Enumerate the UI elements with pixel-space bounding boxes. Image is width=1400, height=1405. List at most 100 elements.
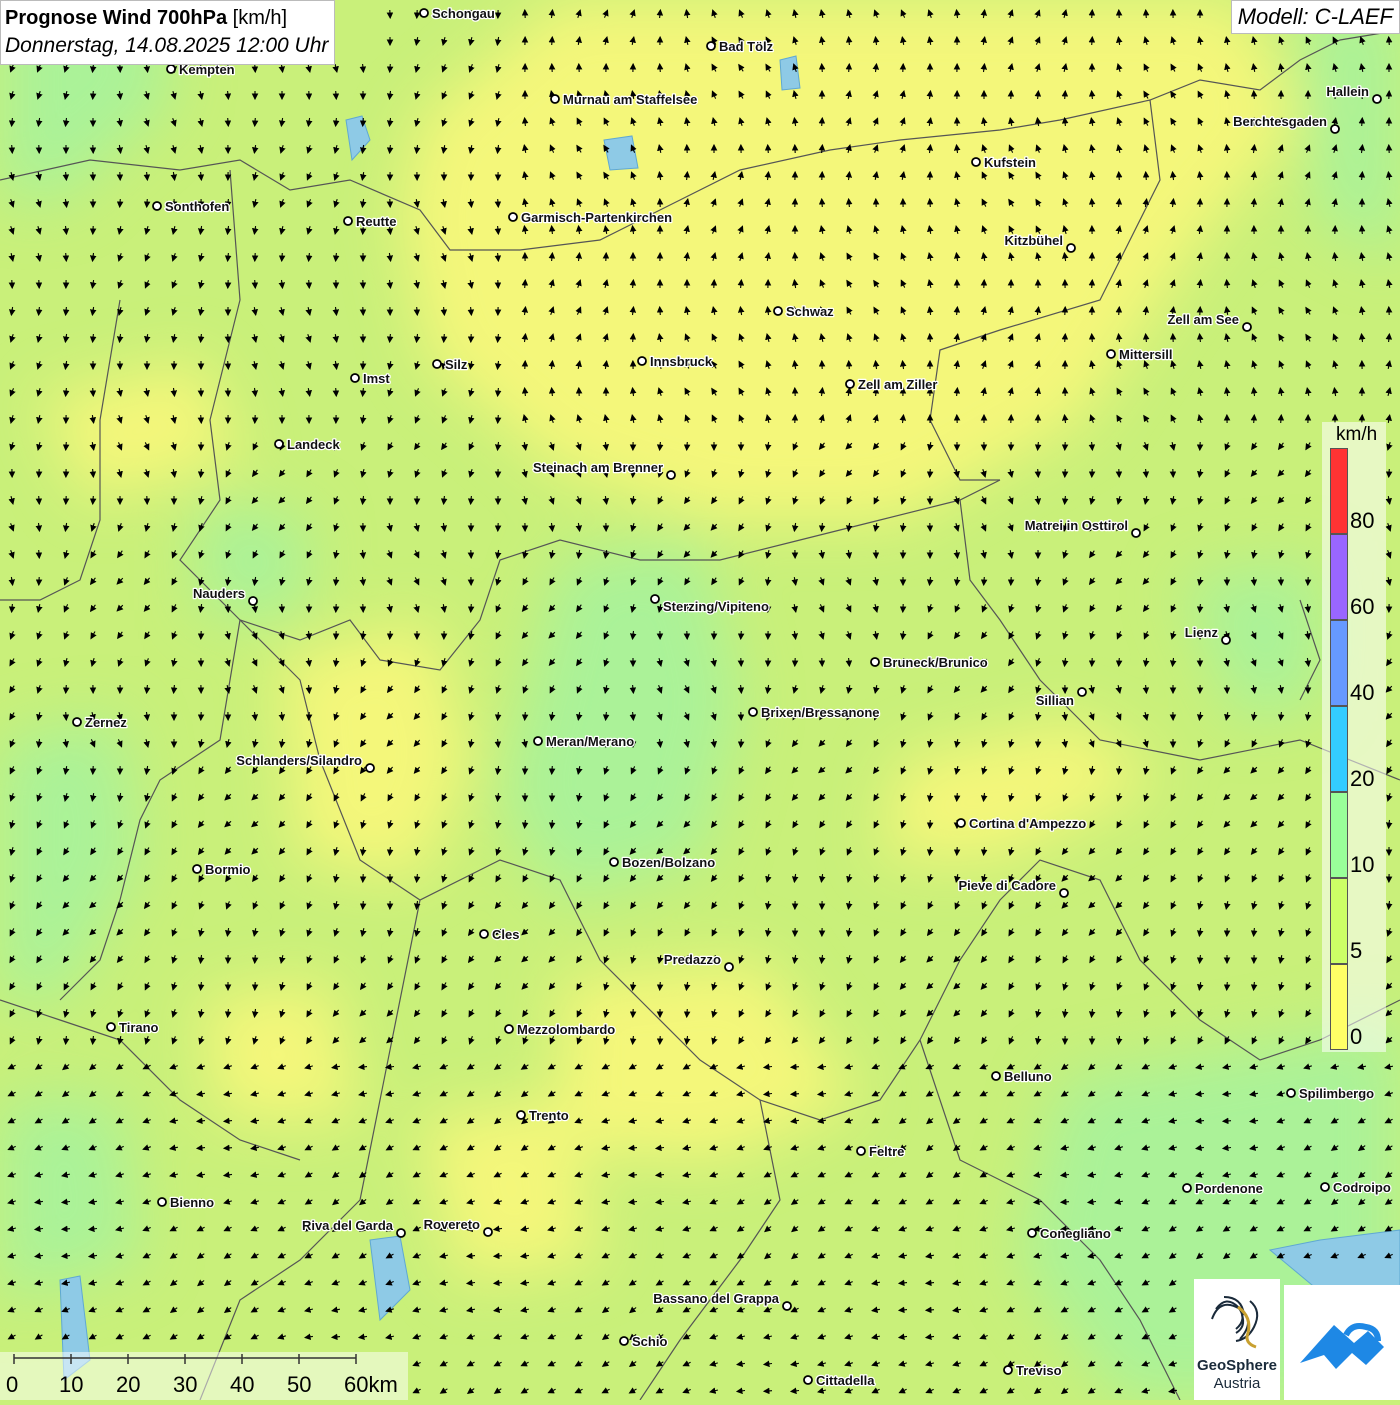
city-dot — [158, 1198, 166, 1206]
city-label: Belluno — [1004, 1069, 1052, 1084]
wind-arrow — [791, 1067, 799, 1068]
city-dot — [725, 963, 733, 971]
city-label: Kitzbühel — [1005, 233, 1064, 248]
city-label: Bormio — [205, 862, 251, 877]
scale-label: 60km — [344, 1372, 398, 1398]
city-dot — [992, 1072, 1000, 1080]
legend-bin-0 — [1330, 964, 1348, 1050]
wind-arrow — [1038, 469, 1039, 477]
city-dot — [397, 1229, 405, 1237]
wind-arrow — [494, 1256, 502, 1257]
wind-arrow — [822, 64, 823, 72]
city-dot — [509, 213, 517, 221]
scale-label: 40 — [230, 1372, 254, 1398]
city-marker: Conegliano — [1028, 1226, 1111, 1241]
city-dot — [1287, 1089, 1295, 1097]
wind-arrow — [224, 1148, 232, 1149]
city-dot — [193, 865, 201, 873]
wind-arrow — [930, 334, 931, 342]
city-label: Bassano del Grappa — [653, 1291, 779, 1306]
city-marker: Meran/Merano — [534, 734, 634, 749]
wind-arrow — [1362, 118, 1363, 126]
wind-arrow — [363, 901, 364, 909]
wind-arrow — [768, 145, 769, 153]
city-dot — [1331, 125, 1339, 133]
wind-arrow — [228, 118, 229, 126]
city-dot — [749, 708, 757, 716]
city-label: Riva del Garda — [302, 1218, 394, 1233]
city-marker: Innsbruck — [638, 354, 713, 369]
city-dot — [1132, 529, 1140, 537]
city-label: Zell am See — [1167, 312, 1239, 327]
wind-arrow — [498, 199, 499, 207]
city-dot — [667, 471, 675, 479]
city-label: Conegliano — [1040, 1226, 1111, 1241]
city-dot — [857, 1147, 865, 1155]
model-label: Modell: C-LAEF — [1231, 0, 1400, 34]
city-dot — [783, 1302, 791, 1310]
city-label: Nauders — [193, 586, 245, 601]
legend-label-80: 80 — [1350, 508, 1374, 534]
city-label: Reutte — [356, 214, 396, 229]
city-dot — [1373, 95, 1381, 103]
wind-arrow — [629, 1175, 637, 1176]
city-dot — [249, 597, 257, 605]
city-marker: Schongau — [420, 6, 495, 21]
city-label: Zell am Ziller — [858, 377, 937, 392]
city-dot — [505, 1025, 513, 1033]
app-logo — [1284, 1285, 1400, 1400]
city-label: Cortina d'Ampezzo — [969, 816, 1086, 831]
wind-arrow — [1119, 307, 1120, 315]
wind-arrow — [255, 64, 256, 72]
wind-arrow — [1389, 469, 1390, 477]
wind-arrow — [1223, 1121, 1231, 1122]
wind-arrow — [660, 982, 661, 990]
wind-arrow — [741, 739, 742, 747]
city-dot — [534, 737, 542, 745]
wind-arrow — [1065, 91, 1066, 99]
wind-arrow — [66, 442, 67, 450]
city-dot — [1222, 636, 1230, 644]
wind-arrow — [390, 631, 391, 639]
wind-arrow — [795, 253, 796, 261]
lake — [780, 56, 800, 90]
wind-arrow — [228, 604, 229, 612]
wind-arrow — [1146, 10, 1147, 18]
city-label: Steinach am Brenner — [533, 460, 663, 475]
city-dot — [774, 307, 782, 315]
city-label: Hallein — [1326, 84, 1369, 99]
geosphere-swirl-icon — [1194, 1279, 1280, 1359]
wind-arrow — [764, 1391, 772, 1392]
city-label: Lienz — [1185, 625, 1219, 640]
wind-arrow — [1146, 172, 1147, 180]
city-label: Matrei in Osttirol — [1025, 518, 1128, 533]
city-label: Meran/Merano — [546, 734, 634, 749]
wind-arrow — [660, 307, 661, 315]
city-marker: Mezzolombardo — [505, 1022, 615, 1037]
city-dot — [1321, 1183, 1329, 1191]
wind-arrow — [1119, 172, 1120, 180]
legend-bin-10 — [1330, 792, 1348, 878]
wind-arrow — [930, 469, 931, 477]
wind-arrow — [498, 415, 499, 423]
logo-name-line1: GeoSphere — [1194, 1357, 1280, 1374]
wind-arrow — [1281, 415, 1282, 423]
city-label: Sterzing/Vipiteno — [663, 599, 769, 614]
wind-map: SchongauBad TölzKemptenMurnau am Staffel… — [0, 0, 1400, 1400]
wind-arrow — [687, 1009, 688, 1017]
wind-arrow — [39, 496, 40, 504]
wind-arrow — [66, 685, 67, 693]
city-dot — [484, 1228, 492, 1236]
wind-arrow — [93, 496, 94, 504]
lake — [604, 136, 638, 170]
wind-arrow — [66, 253, 67, 261]
city-label: Berchtesgaden — [1233, 114, 1327, 129]
city-label: Schongau — [432, 6, 495, 21]
city-label: Bad Tölz — [719, 39, 774, 54]
wind-arrow — [12, 145, 13, 153]
wind-arrow — [390, 64, 391, 72]
wind-arrow — [1092, 280, 1093, 288]
city-dot — [804, 1376, 812, 1384]
city-label: Feltre — [869, 1144, 904, 1159]
city-marker: Zell am Ziller — [846, 377, 937, 392]
